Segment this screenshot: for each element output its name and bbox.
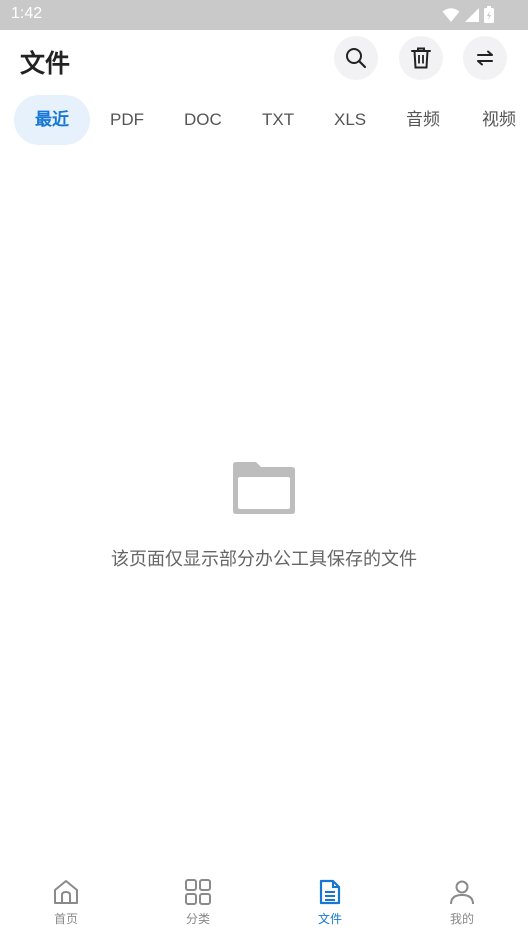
nav-item-category[interactable]: 分类 [158, 878, 238, 927]
page-title: 文件 [20, 49, 71, 78]
delete-button[interactable] [399, 36, 443, 80]
tab-pdf[interactable]: PDF [110, 95, 144, 145]
file-type-tabs: 最近 PDF DOC TXT XLS 音频 视频 [0, 95, 528, 145]
nav-item-home[interactable]: 首页 [26, 878, 106, 927]
nav-label-files: 文件 [317, 912, 342, 926]
home-icon [54, 880, 78, 904]
status-icons [442, 6, 494, 23]
search-button[interactable] [334, 36, 378, 80]
folder-icon [233, 462, 295, 514]
nav-item-profile[interactable]: 我的 [422, 878, 502, 927]
wifi-icon [442, 7, 460, 22]
nav-label-category: 分类 [185, 912, 210, 926]
tab-recent[interactable]: 最近 [14, 95, 90, 145]
tab-doc[interactable]: DOC [184, 95, 222, 145]
tab-video[interactable]: 视频 [482, 95, 516, 145]
empty-state: 该页面仅显示部分办公工具保存的文件 [0, 455, 528, 571]
empty-message: 该页面仅显示部分办公工具保存的文件 [111, 549, 417, 570]
nav-label-profile: 我的 [449, 912, 474, 926]
tab-txt[interactable]: TXT [262, 95, 294, 145]
swap-arrows-icon [477, 50, 493, 66]
tab-xls[interactable]: XLS [334, 95, 366, 145]
app-header: 文件 [0, 30, 528, 90]
search-icon [346, 48, 367, 69]
status-bar: 1:42 [0, 0, 528, 30]
nav-label-home: 首页 [53, 912, 78, 926]
document-icon [319, 879, 341, 905]
grid-icon [185, 879, 211, 905]
tab-audio[interactable]: 音频 [406, 95, 440, 145]
bottom-nav: 首页 分类 文件 我的 [0, 870, 528, 939]
nav-item-files[interactable]: 文件 [290, 878, 370, 927]
trash-icon [411, 47, 431, 69]
signal-icon [465, 7, 479, 22]
status-time: 1:42 [11, 5, 43, 22]
user-icon [450, 880, 474, 905]
sort-button[interactable] [463, 36, 507, 80]
battery-icon [484, 6, 494, 23]
